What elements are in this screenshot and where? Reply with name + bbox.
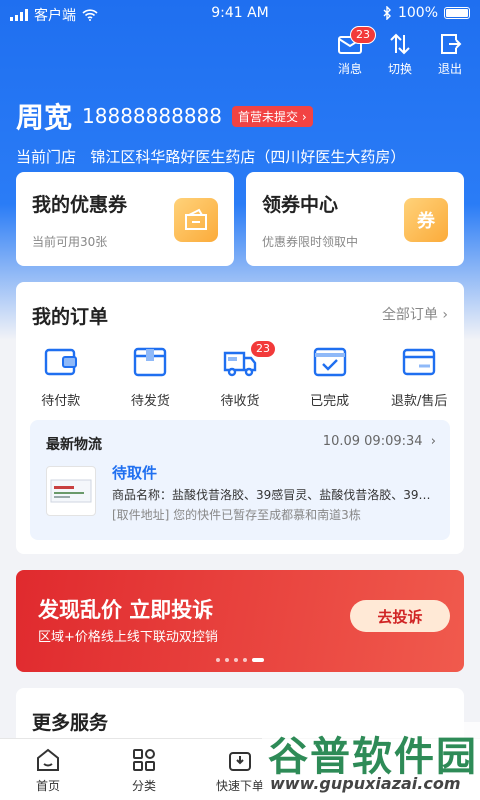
orders-title: 我的订单: [32, 306, 109, 328]
logout-button[interactable]: 退出: [434, 32, 466, 77]
logistics-goods: 商品名称：盐酸伐昔洛胶、39感冒灵、盐酸伐昔洛胶、39感冒灵: [112, 488, 442, 502]
order-pending-receipt[interactable]: 23 待收货: [200, 340, 280, 409]
coupon-ticket-icon: 券: [404, 198, 448, 242]
switch-button[interactable]: 切换: [384, 32, 416, 77]
switch-label: 切换: [387, 62, 412, 76]
order-completed[interactable]: 已完成: [290, 344, 370, 409]
package-icon: [134, 347, 167, 377]
latest-logistics[interactable]: 最新物流 10.09 09:09:34 › 待取件 商品名称：盐酸伐昔洛胶、39…: [30, 420, 450, 540]
logistics-title: 最新物流: [46, 437, 102, 453]
my-coupons-card[interactable]: 我的优惠券 当前可用30张: [16, 172, 234, 266]
tab-label: 分类: [131, 779, 156, 793]
watermark-url: www.gupuxiazai.com: [270, 774, 461, 793]
coupon-center-card[interactable]: 领券中心 优惠券限时领取中 券: [246, 172, 464, 266]
current-store: 当前门店 锦江区科华路好医生药店（四川好医生大药房）: [16, 146, 405, 167]
wallet-icon: [44, 348, 77, 376]
messages-button[interactable]: 23 消息: [334, 26, 376, 77]
user-name: 周宽: [16, 101, 73, 134]
site-watermark: 谷普软件园 www.gupuxiazai.com: [262, 722, 480, 800]
logout-icon: [441, 34, 462, 54]
refund-icon: [402, 348, 436, 376]
home-icon: [37, 748, 59, 771]
logistics-address: [取件地址] 您的快件已暂存至成都慕和南道3栋: [112, 508, 361, 522]
order-status-label: 已完成: [310, 394, 350, 409]
quick-order-icon: [229, 752, 251, 771]
logout-label: 退出: [437, 62, 462, 76]
carousel-indicator: [16, 658, 464, 662]
banner-subtitle: 区域+价格线上线下联动双控销: [38, 630, 218, 645]
store-name: 锦江区科华路好医生药店（四川好医生大药房）: [90, 148, 406, 166]
status-badge[interactable]: 首营未提交 ›: [232, 105, 313, 127]
order-status-label: 待收货: [220, 394, 260, 409]
product-thumbnail: [46, 466, 96, 516]
messages-label: 消息: [337, 62, 362, 76]
messages-badge: 23: [350, 26, 376, 44]
category-icon: [133, 749, 155, 771]
user-phone: 18888888888: [82, 104, 222, 128]
order-status-label: 待发货: [130, 394, 170, 409]
battery-icon: [444, 7, 470, 19]
bluetooth-icon: [383, 6, 391, 20]
completed-icon: [313, 347, 346, 377]
tab-label: 快速下单: [215, 779, 264, 793]
pending-receipt-badge: 23: [249, 340, 276, 358]
status-bar: 客户端 9:41 AM 100%: [0, 0, 480, 26]
order-pending-payment[interactable]: 待付款: [21, 344, 101, 409]
all-orders-link[interactable]: 全部订单 ›: [382, 304, 448, 324]
order-pending-shipment[interactable]: 待发货: [110, 344, 190, 409]
tab-home[interactable]: 首页: [8, 739, 88, 800]
wallet-coupon-icon: [174, 198, 218, 242]
banner-title: 发现乱价 立即投诉: [38, 598, 214, 622]
battery-percent: 100%: [397, 5, 438, 21]
logistics-time: 10.09 09:09:34 ›: [322, 434, 436, 449]
header-actions: 23 消息 切换 退出: [334, 26, 466, 77]
complaint-banner[interactable]: 发现乱价 立即投诉 区域+价格线上线下联动双控销 去投诉: [16, 570, 464, 672]
logistics-status: 待取件: [112, 464, 158, 482]
user-info: 周宽 18888888888 首营未提交 › 当前门店 锦江区科华路好医生药店（…: [16, 96, 405, 167]
switch-icon: [390, 33, 410, 55]
tab-label: 首页: [35, 779, 60, 793]
complain-button[interactable]: 去投诉: [350, 600, 450, 632]
my-orders-card: 我的订单 全部订单 › 待付款 待发货 23 待收货 已完成 退款/售后 最新物…: [16, 282, 464, 554]
order-status-label: 退款/售后: [390, 394, 448, 409]
tab-category[interactable]: 分类: [104, 739, 184, 800]
store-label: 当前门店: [16, 148, 77, 166]
order-refund[interactable]: 退款/售后: [379, 344, 459, 409]
order-status-label: 待付款: [41, 394, 81, 409]
more-services-title: 更多服务: [32, 712, 109, 734]
